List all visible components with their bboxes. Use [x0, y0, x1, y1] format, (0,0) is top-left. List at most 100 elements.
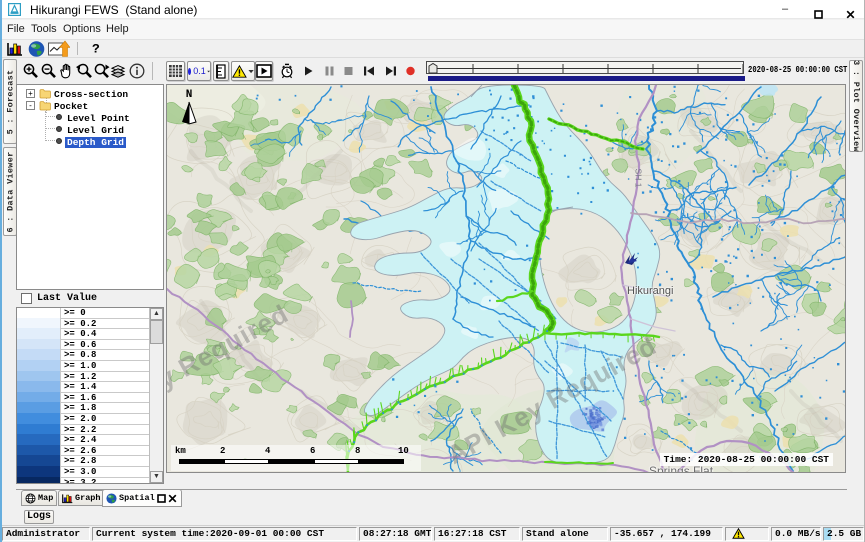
spatial-tab-icon: [106, 493, 117, 504]
north-arrow: N: [177, 89, 201, 130]
expand-icon[interactable]: +: [26, 89, 35, 98]
scale-bar: km 2 4 6 8 10: [171, 445, 421, 471]
set-system-time-button[interactable]: [279, 63, 295, 79]
legend-row[interactable]: >= 3.2: [17, 478, 149, 485]
legend-row-label: >= 3.2: [64, 478, 96, 485]
layers-tree-panel: + Cross-section - Pocket Level Point Lev…: [16, 84, 164, 290]
folder-icon: [39, 100, 51, 111]
legend-swatch: [17, 477, 61, 485]
tab-graph[interactable]: Graph: [58, 490, 105, 506]
tab-spatial[interactable]: Spatial: [102, 489, 182, 507]
show-grid-button[interactable]: [166, 61, 185, 81]
import-status-button[interactable]: [48, 40, 70, 57]
scrollbar-thumb[interactable]: [150, 320, 163, 344]
info-button[interactable]: [129, 63, 145, 79]
legend-swatch: [17, 455, 61, 466]
legend-row-label: >= 2.2: [64, 425, 96, 435]
maximize-button[interactable]: [803, 0, 833, 19]
menu-help[interactable]: Help: [106, 23, 129, 39]
legend-swatch: [17, 413, 61, 424]
timeline-progress-bar[interactable]: [428, 76, 745, 81]
animation-window-button[interactable]: [255, 61, 273, 81]
graph-tab-icon: [62, 493, 73, 504]
time-slider[interactable]: [426, 61, 744, 74]
town-label: Hikurangi: [627, 285, 673, 297]
toolbar-separator: [77, 42, 78, 55]
legend-row-label: >= 0.2: [64, 319, 96, 329]
sidebar-tab-plot-overview[interactable]: 3 : Plot Overview: [849, 60, 863, 152]
legend-swatch: [17, 381, 61, 392]
minimize-button[interactable]: –: [770, 0, 800, 19]
scroll-up-button[interactable]: ▲: [150, 308, 163, 320]
scroll-down-button[interactable]: ▼: [150, 471, 163, 483]
tab-close-icon[interactable]: [168, 494, 177, 503]
fews-application-window: Hikurangi FEWS (Stand alone) – File Tool…: [0, 0, 865, 542]
legend-swatch: [17, 424, 61, 435]
status-memory: 2.5 GB: [823, 527, 864, 541]
legend-swatch: [17, 371, 61, 382]
zoom-previous-button[interactable]: [75, 62, 93, 79]
folder-icon: [39, 88, 51, 99]
zoom-in-button[interactable]: [22, 62, 39, 79]
first-frame-button[interactable]: [363, 65, 375, 76]
legend-row-label: >= 1.6: [64, 393, 96, 403]
pause-button[interactable]: [324, 65, 335, 76]
help-button[interactable]: ?: [92, 41, 100, 56]
last-value-checkbox[interactable]: [21, 293, 32, 304]
legend-row-label: >= 0: [64, 308, 86, 318]
legend-swatch: [17, 445, 61, 456]
thresholds-dropdown[interactable]: [231, 61, 255, 81]
play-button[interactable]: [303, 65, 314, 76]
depth-legend-panel: >= 0>= 0.2>= 0.4>= 0.6>= 0.8>= 1.0>= 1.2…: [16, 307, 164, 484]
collapse-icon[interactable]: -: [26, 101, 35, 110]
tab-maximize-icon[interactable]: [157, 494, 166, 503]
legend-swatch: [17, 466, 61, 477]
logs-tab[interactable]: Logs: [24, 510, 54, 524]
status-system-time: Current system time:2020-09-01 00:00 CST: [92, 527, 357, 541]
sidebar-tab-data-viewer[interactable]: 6 : Data Viewer: [3, 147, 17, 236]
scale-segment: [314, 459, 359, 464]
title-bar[interactable]: Hikurangi FEWS (Stand alone) –: [2, 0, 864, 19]
warning-icon: [732, 528, 745, 539]
legend-rows: >= 0>= 0.2>= 0.4>= 0.6>= 0.8>= 1.0>= 1.2…: [17, 308, 149, 483]
map-toolbar: 0.1 2020-08-25 00:00:00 CST: [2, 57, 864, 83]
legend-row-label: >= 0.6: [64, 340, 96, 350]
legend-swatch: [17, 434, 61, 445]
status-gmt-time: 08:27:18 GMT: [359, 527, 432, 541]
legend-row-label: >= 2.4: [64, 435, 96, 445]
legend-row-label: >= 2.6: [64, 446, 96, 456]
tab-map[interactable]: Map: [21, 490, 57, 506]
legend-swatch: [17, 349, 61, 360]
stop-button[interactable]: [343, 65, 354, 76]
menu-tools[interactable]: Tools: [31, 23, 57, 39]
menu-options[interactable]: Options: [63, 23, 101, 39]
zoom-out-button[interactable]: [40, 62, 57, 79]
record-button[interactable]: [405, 65, 416, 76]
status-download-rate: 0.0 MB/s: [771, 527, 821, 541]
spatial-display-button[interactable]: [28, 40, 45, 57]
zoom-next-button[interactable]: [93, 62, 111, 79]
sidebar-tab-forecast[interactable]: 5 : Forecast: [3, 59, 17, 144]
status-mode: Stand alone: [522, 527, 608, 541]
bullet-icon: [56, 126, 62, 132]
close-button[interactable]: [835, 0, 865, 19]
legend-scrollbar[interactable]: ▲ ▼: [149, 308, 163, 483]
legend-swatch: [17, 402, 61, 413]
map-time-annotation: Time: 2020-08-25 00:00:00 CST: [660, 453, 833, 466]
legend-row-label: >= 1.2: [64, 372, 96, 382]
layers-button[interactable]: [110, 63, 128, 79]
legend-row-label: >= 2.0: [64, 414, 96, 424]
pan-button[interactable]: [58, 63, 73, 79]
scale-segment: [269, 459, 314, 464]
contour-interval-dropdown[interactable]: 0.1: [187, 61, 211, 81]
toolbar-separator: [152, 62, 153, 80]
legend-swatch: [17, 307, 61, 318]
time-series-display-button[interactable]: [7, 41, 23, 57]
last-frame-button[interactable]: [385, 65, 397, 76]
scale-segment: [359, 459, 404, 464]
classification-button[interactable]: [213, 61, 229, 81]
legend-row-label: >= 3.0: [64, 467, 96, 477]
legend-swatch: [17, 392, 61, 403]
menu-file[interactable]: File: [7, 23, 25, 39]
map-canvas[interactable]: API Key Required API Key Required N Hiku…: [166, 84, 846, 473]
